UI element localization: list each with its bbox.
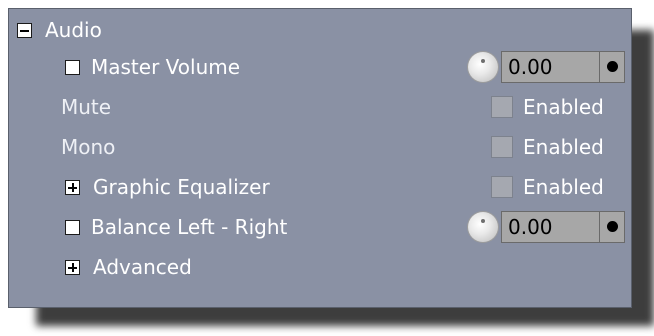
- row-balance: Balance Left - Right 0.00: [9, 211, 631, 243]
- balance-field[interactable]: 0.00: [501, 211, 625, 243]
- master-volume-knob-icon[interactable]: [468, 52, 498, 82]
- balance-label: Balance Left - Right: [91, 215, 288, 239]
- mute-checkbox[interactable]: [491, 96, 513, 118]
- audio-properties-panel: Audio Master Volume 0.00 Mute Enabled Mo…: [8, 8, 632, 308]
- advanced-label: Advanced: [93, 255, 192, 279]
- master-volume-value[interactable]: 0.00: [508, 52, 553, 82]
- balance-value[interactable]: 0.00: [508, 212, 553, 242]
- master-volume-label: Master Volume: [91, 55, 241, 79]
- row-graphic-equalizer: Graphic Equalizer Enabled: [9, 172, 631, 202]
- plus-box-icon[interactable]: [65, 180, 80, 195]
- balance-knob-icon[interactable]: [468, 212, 498, 242]
- audio-group-header[interactable]: Audio: [9, 15, 631, 45]
- minus-box-icon[interactable]: [17, 23, 32, 38]
- mute-enabled-label: Enabled: [523, 95, 604, 119]
- row-mono: Mono Enabled: [9, 132, 631, 162]
- balance-dot-button-icon[interactable]: [607, 221, 618, 232]
- audio-title: Audio: [45, 18, 102, 42]
- graphic-equalizer-label: Graphic Equalizer: [93, 175, 270, 199]
- mono-enabled-label: Enabled: [523, 135, 604, 159]
- square-box-icon[interactable]: [65, 60, 80, 75]
- master-volume-separator: [599, 52, 600, 82]
- balance-separator: [599, 212, 600, 242]
- mono-label: Mono: [61, 135, 116, 159]
- master-volume-dot-button-icon[interactable]: [607, 61, 618, 72]
- square-box-icon[interactable]: [65, 220, 80, 235]
- master-volume-field[interactable]: 0.00: [501, 51, 625, 83]
- row-advanced[interactable]: Advanced: [9, 252, 631, 282]
- graphic-equalizer-checkbox[interactable]: [491, 176, 513, 198]
- row-mute: Mute Enabled: [9, 92, 631, 122]
- row-master-volume: Master Volume 0.00: [9, 51, 631, 83]
- mono-checkbox[interactable]: [491, 136, 513, 158]
- mute-label: Mute: [61, 95, 112, 119]
- graphic-equalizer-enabled-label: Enabled: [523, 175, 604, 199]
- plus-box-icon[interactable]: [65, 260, 80, 275]
